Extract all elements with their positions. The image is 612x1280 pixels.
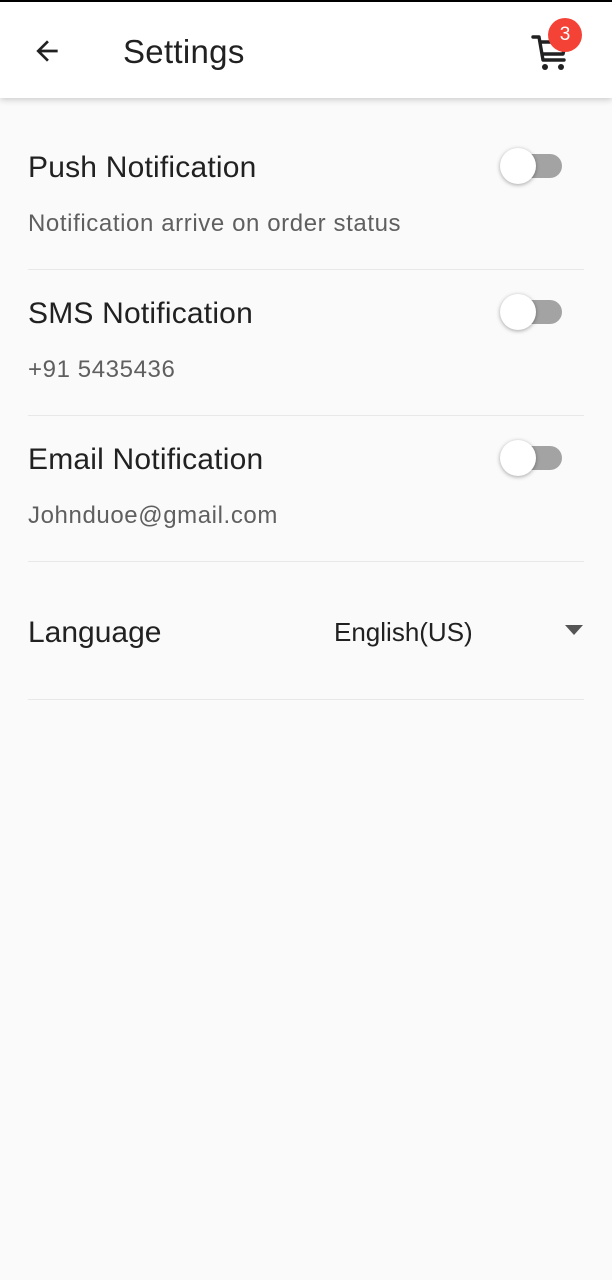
arrow-left-icon <box>36 40 58 62</box>
language-row: Language English(US) <box>28 562 584 700</box>
sms-notification-toggle[interactable] <box>500 294 564 330</box>
push-notification-subtitle: Notification arrive on order status <box>28 210 402 237</box>
sms-notification-title: SMS Notification <box>28 297 253 330</box>
email-notification-title: Email Notification <box>28 443 264 476</box>
sms-notification-phone: +91 5435436 <box>28 356 176 383</box>
app-bar: Settings 3 <box>0 2 612 98</box>
cart-button[interactable]: 3 <box>522 18 582 80</box>
push-notification-title: Push Notification <box>28 151 257 184</box>
settings-list: Push Notification Notification arrive on… <box>0 98 612 700</box>
language-dropdown[interactable]: English(US) <box>334 610 584 656</box>
sms-notification-row: SMS Notification +91 5435436 <box>28 270 584 416</box>
caret-down-icon <box>565 625 583 635</box>
toggle-thumb <box>500 440 536 476</box>
email-notification-address: Johnduoe@gmail.com <box>28 502 278 529</box>
cart-count-badge: 3 <box>548 18 582 52</box>
language-selected-value: English(US) <box>334 617 473 647</box>
email-notification-toggle[interactable] <box>500 440 564 476</box>
toggle-thumb <box>500 148 536 184</box>
push-notification-row: Push Notification Notification arrive on… <box>28 98 584 270</box>
push-notification-toggle[interactable] <box>500 148 564 184</box>
page-title: Settings <box>123 33 245 70</box>
language-label: Language <box>28 616 162 649</box>
email-notification-row: Email Notification Johnduoe@gmail.com <box>28 416 584 562</box>
back-button[interactable] <box>20 24 74 78</box>
toggle-thumb <box>500 294 536 330</box>
